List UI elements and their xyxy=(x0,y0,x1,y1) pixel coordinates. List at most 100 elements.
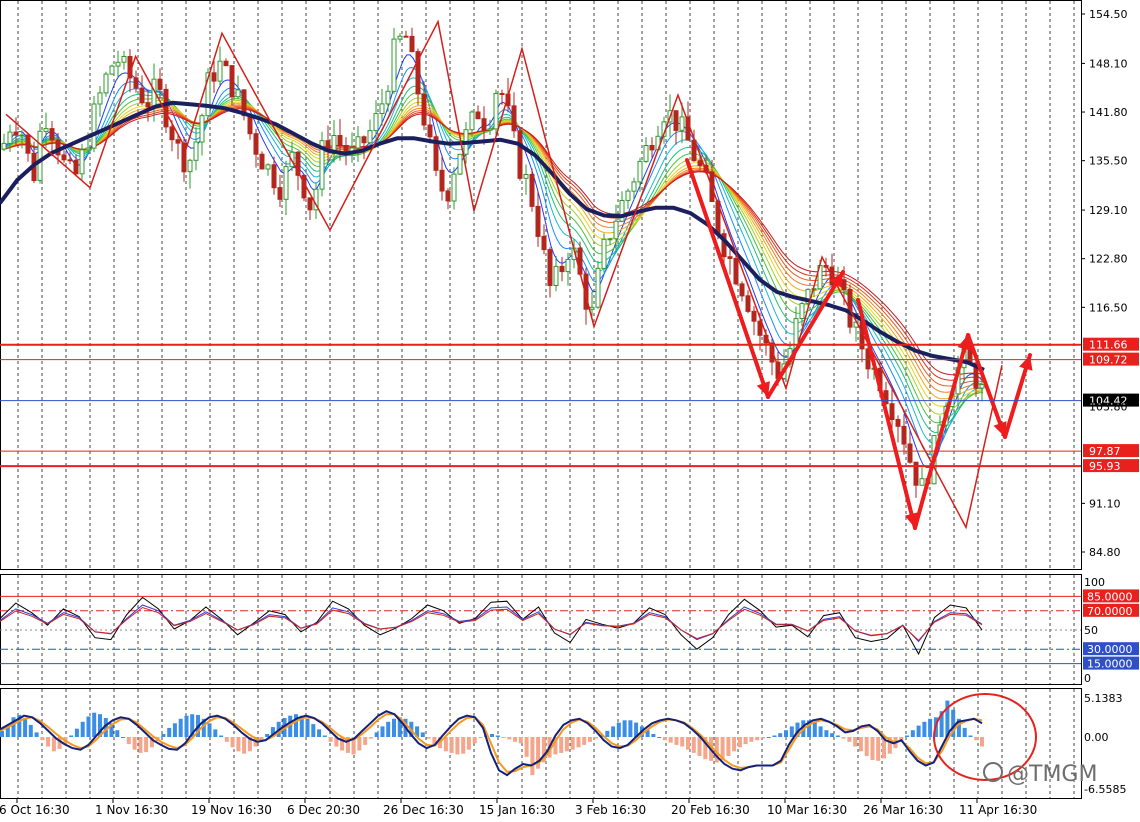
macd-bar xyxy=(167,727,172,737)
candle-body xyxy=(361,136,367,144)
macd-bar xyxy=(524,737,529,757)
candle-body xyxy=(133,77,139,89)
macd-bar xyxy=(472,737,477,744)
candle-body xyxy=(559,265,565,273)
macd-bar xyxy=(784,730,788,737)
macd-bar xyxy=(611,726,616,737)
candle-body xyxy=(481,118,487,131)
macd-bar xyxy=(564,737,569,752)
candle-body xyxy=(841,279,847,291)
macd-bar xyxy=(818,726,823,737)
candle-body xyxy=(109,65,115,75)
candle-body xyxy=(187,159,193,173)
macd-bar xyxy=(184,715,189,737)
macd-tick-label: 0.00 xyxy=(1084,731,1109,744)
macd-bar xyxy=(922,721,927,737)
candle-body xyxy=(43,128,49,132)
y-tick-label: 154.50 xyxy=(1089,8,1128,21)
x-tick-label: 6 Dec 20:30 xyxy=(287,803,360,817)
x-tick-label: 19 Nov 16:30 xyxy=(191,803,272,817)
macd-bar xyxy=(858,737,863,752)
candle-body xyxy=(547,249,553,287)
macd-bar xyxy=(743,737,748,745)
candle-body xyxy=(97,92,103,105)
macd-bar xyxy=(916,725,921,737)
x-tick-label: 11 Apr 16:30 xyxy=(959,803,1037,817)
candle-body xyxy=(523,174,529,179)
macd-bar xyxy=(490,734,494,737)
macd-bar xyxy=(46,737,51,747)
x-tick-label: 6 Oct 16:30 xyxy=(0,803,70,817)
candle-body xyxy=(469,111,475,131)
macd-bar xyxy=(363,737,368,745)
macd-bar xyxy=(92,712,97,737)
x-tick-label: 3 Feb 16:30 xyxy=(575,803,646,817)
x-tick-label: 26 Mar 16:30 xyxy=(863,803,943,817)
candle-body xyxy=(745,295,751,312)
stoch-level-label: 30.0000 xyxy=(1087,643,1133,656)
candle-body xyxy=(541,235,547,251)
y-tick-label: 148.10 xyxy=(1089,57,1128,70)
macd-bar xyxy=(812,722,817,737)
candle-body xyxy=(85,147,91,151)
candle-body xyxy=(739,283,745,297)
x-tick-label: 20 Feb 16:30 xyxy=(671,803,750,817)
macd-bar xyxy=(242,737,247,754)
trading-chart[interactable]: 111.66109.72104.4297.8795.93 85.000070.0… xyxy=(0,0,1140,822)
candle-body xyxy=(427,124,433,138)
candle-body xyxy=(475,111,481,120)
macd-bar xyxy=(686,737,690,750)
macd-bar xyxy=(876,737,881,761)
macd-bar xyxy=(478,737,483,738)
candle-body xyxy=(367,130,373,144)
candle-body xyxy=(589,306,595,310)
macd-bar xyxy=(311,724,316,737)
candle-body xyxy=(487,128,493,131)
candle-body xyxy=(229,65,235,98)
candle-body xyxy=(517,130,523,179)
macd-bar xyxy=(449,737,454,753)
candle-body xyxy=(91,103,97,149)
candle-body xyxy=(211,72,217,82)
macd-bar xyxy=(466,737,471,750)
main-pane[interactable] xyxy=(0,0,1082,570)
candle-body xyxy=(139,87,145,104)
macd-bar xyxy=(34,732,39,737)
watermark-text: @TMGM xyxy=(1007,762,1097,787)
macd-bar xyxy=(513,737,518,742)
macd-bar xyxy=(830,733,835,737)
candle-body xyxy=(271,164,277,189)
candle-body xyxy=(565,258,571,273)
stoch-level-label: 15.0000 xyxy=(1087,658,1133,671)
macd-bar xyxy=(766,737,771,738)
macd-bar xyxy=(121,737,126,738)
candle-body xyxy=(451,173,457,202)
candle-body xyxy=(307,197,313,211)
candle-body xyxy=(919,478,925,486)
candle-body xyxy=(601,238,607,269)
macd-bar xyxy=(80,721,85,737)
candle-body xyxy=(19,134,25,137)
candle-body xyxy=(169,126,175,141)
macd-bar xyxy=(928,718,933,737)
candle-body xyxy=(403,35,409,38)
macd-bar xyxy=(213,729,218,737)
macd-bar xyxy=(835,735,840,737)
macd-bar xyxy=(905,735,910,737)
macd-bar xyxy=(368,737,373,739)
candle-body xyxy=(265,164,271,170)
candle-body xyxy=(595,267,601,308)
macd-bar xyxy=(69,735,74,737)
macd-bar xyxy=(674,737,679,745)
y-tick-label: 116.50 xyxy=(1089,301,1128,314)
macd-bar xyxy=(328,737,333,742)
macd-bar xyxy=(219,735,224,737)
candle-body xyxy=(499,93,505,95)
macd-bar xyxy=(657,737,662,738)
macd-bar xyxy=(968,735,973,737)
macd-bar xyxy=(518,737,523,744)
macd-bar xyxy=(138,737,143,753)
candle-body xyxy=(7,131,13,144)
candle-body xyxy=(103,73,109,94)
y-tick-label: 129.10 xyxy=(1089,204,1128,217)
